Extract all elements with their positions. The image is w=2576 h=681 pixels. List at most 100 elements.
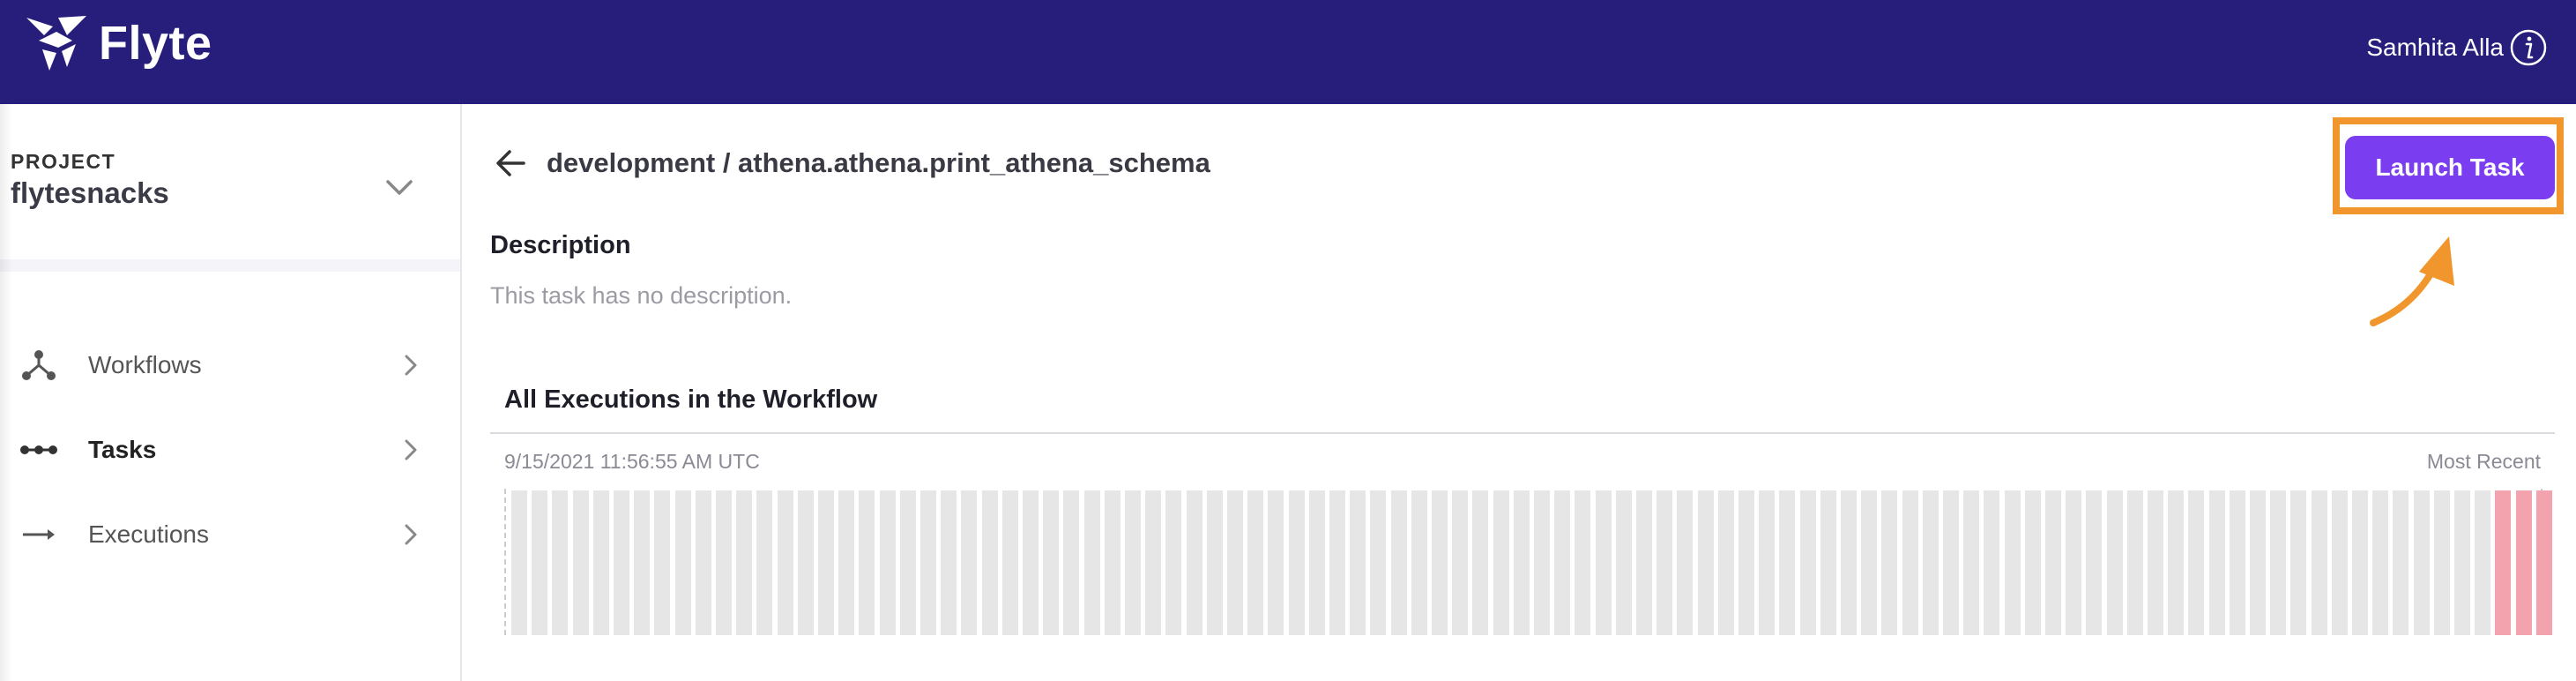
execution-bar[interactable] [1943, 490, 1959, 635]
project-name[interactable]: flytesnacks [11, 176, 169, 210]
execution-bar[interactable] [2433, 490, 2450, 635]
execution-bar[interactable] [1472, 490, 1489, 635]
execution-bar[interactable] [2250, 490, 2266, 635]
execution-bar[interactable] [1615, 490, 1632, 635]
execution-bar[interactable] [2331, 490, 2348, 635]
execution-bar[interactable] [1247, 490, 1264, 635]
execution-bar[interactable] [1963, 490, 1980, 635]
execution-bar[interactable] [716, 490, 732, 635]
execution-bar[interactable] [1697, 490, 1714, 635]
execution-bar[interactable] [1268, 490, 1284, 635]
execution-bar[interactable] [1657, 490, 1673, 635]
execution-bar[interactable] [2475, 490, 2491, 635]
execution-bar[interactable] [736, 490, 753, 635]
execution-bar[interactable] [572, 490, 589, 635]
execution-bar[interactable] [674, 490, 691, 635]
execution-bar[interactable] [1329, 490, 1345, 635]
execution-bar[interactable] [1881, 490, 1898, 635]
execution-bar[interactable] [1288, 490, 1305, 635]
execution-bar[interactable] [1023, 490, 1039, 635]
execution-bar[interactable] [634, 490, 651, 635]
execution-bar[interactable] [1063, 490, 1080, 635]
execution-bar[interactable] [2372, 490, 2389, 635]
execution-bar[interactable] [1227, 490, 1243, 635]
execution-bar[interactable] [2004, 490, 2021, 635]
execution-bar[interactable] [2126, 490, 2143, 635]
execution-bar[interactable] [1043, 490, 1060, 635]
execution-bar[interactable] [2148, 490, 2163, 635]
brand-name[interactable]: Flyte [99, 12, 212, 74]
execution-bar[interactable] [818, 490, 834, 635]
execution-bar[interactable] [981, 490, 998, 635]
execution-bar[interactable] [1001, 490, 1018, 635]
execution-bar[interactable] [1922, 490, 1939, 635]
sidebar-item-workflows[interactable]: Workflows [0, 330, 460, 400]
execution-bar[interactable] [2086, 490, 2103, 635]
execution-bar[interactable] [1799, 490, 1816, 635]
execution-bar[interactable] [1717, 490, 1734, 635]
execution-bar[interactable] [1452, 490, 1469, 635]
sidebar-item-executions[interactable]: Executions [0, 499, 460, 570]
execution-bar[interactable] [614, 490, 629, 635]
execution-bar[interactable] [1432, 490, 1448, 635]
execution-bar[interactable] [2106, 490, 2123, 635]
execution-bar[interactable] [1595, 490, 1612, 635]
execution-bar[interactable] [1759, 490, 1776, 635]
execution-bar[interactable] [2208, 490, 2225, 635]
execution-bar[interactable] [1513, 490, 1530, 635]
execution-bar[interactable] [1350, 490, 1366, 635]
execution-bar[interactable] [1984, 490, 2000, 635]
execution-bar[interactable] [777, 490, 793, 635]
launch-task-button[interactable]: Launch Task [2345, 136, 2555, 199]
execution-bar[interactable] [1206, 490, 1223, 635]
execution-bar[interactable] [1677, 490, 1694, 635]
execution-bar[interactable] [2024, 490, 2041, 635]
execution-bar[interactable] [2229, 490, 2245, 635]
execution-bar[interactable] [2045, 490, 2061, 635]
execution-bar[interactable] [1145, 490, 1162, 635]
execution-bar[interactable] [2352, 490, 2368, 635]
execution-bar[interactable] [1534, 490, 1550, 635]
execution-bar[interactable] [1636, 490, 1652, 635]
execution-bar[interactable] [695, 490, 711, 635]
execution-bar[interactable] [1841, 490, 1857, 635]
sidebar-item-tasks[interactable]: Tasks [0, 415, 460, 485]
execution-bar[interactable] [1083, 490, 1100, 635]
execution-bar[interactable] [838, 490, 855, 635]
execution-bar[interactable] [961, 490, 978, 635]
execution-bar[interactable] [1554, 490, 1571, 635]
execution-bar[interactable] [2495, 490, 2512, 635]
execution-bar[interactable] [2066, 490, 2082, 635]
back-arrow-icon[interactable] [492, 145, 529, 182]
execution-bar[interactable] [1125, 490, 1141, 635]
execution-bar[interactable] [2290, 490, 2307, 635]
user-name[interactable]: Samhita Alla [2366, 30, 2504, 65]
execution-bar[interactable] [1390, 490, 1407, 635]
execution-bar[interactable] [1779, 490, 1796, 635]
execution-bar[interactable] [879, 490, 896, 635]
execution-bar[interactable] [1104, 490, 1120, 635]
execution-bar[interactable] [2188, 490, 2205, 635]
flyte-logo-icon[interactable] [23, 14, 90, 72]
execution-bar[interactable] [1861, 490, 1878, 635]
execution-bar[interactable] [654, 490, 671, 635]
execution-bar[interactable] [756, 490, 773, 635]
execution-bar[interactable] [511, 490, 527, 635]
execution-bar[interactable] [859, 490, 875, 635]
execution-bar[interactable] [1186, 490, 1202, 635]
execution-bar[interactable] [2311, 490, 2327, 635]
execution-bar[interactable] [1165, 490, 1182, 635]
execution-bar[interactable] [2270, 490, 2287, 635]
execution-bar[interactable] [920, 490, 936, 635]
execution-bar[interactable] [1902, 490, 1918, 635]
execution-bar[interactable] [592, 490, 609, 635]
execution-bar[interactable] [1738, 490, 1754, 635]
info-icon[interactable] [2509, 28, 2548, 67]
execution-bar[interactable] [1820, 490, 1836, 635]
chevron-down-icon[interactable] [381, 169, 418, 206]
execution-bar[interactable] [552, 490, 569, 635]
execution-bar[interactable] [2515, 490, 2532, 635]
execution-bar[interactable] [1575, 490, 1591, 635]
execution-bar[interactable] [797, 490, 814, 635]
execution-bar[interactable] [2393, 490, 2409, 635]
